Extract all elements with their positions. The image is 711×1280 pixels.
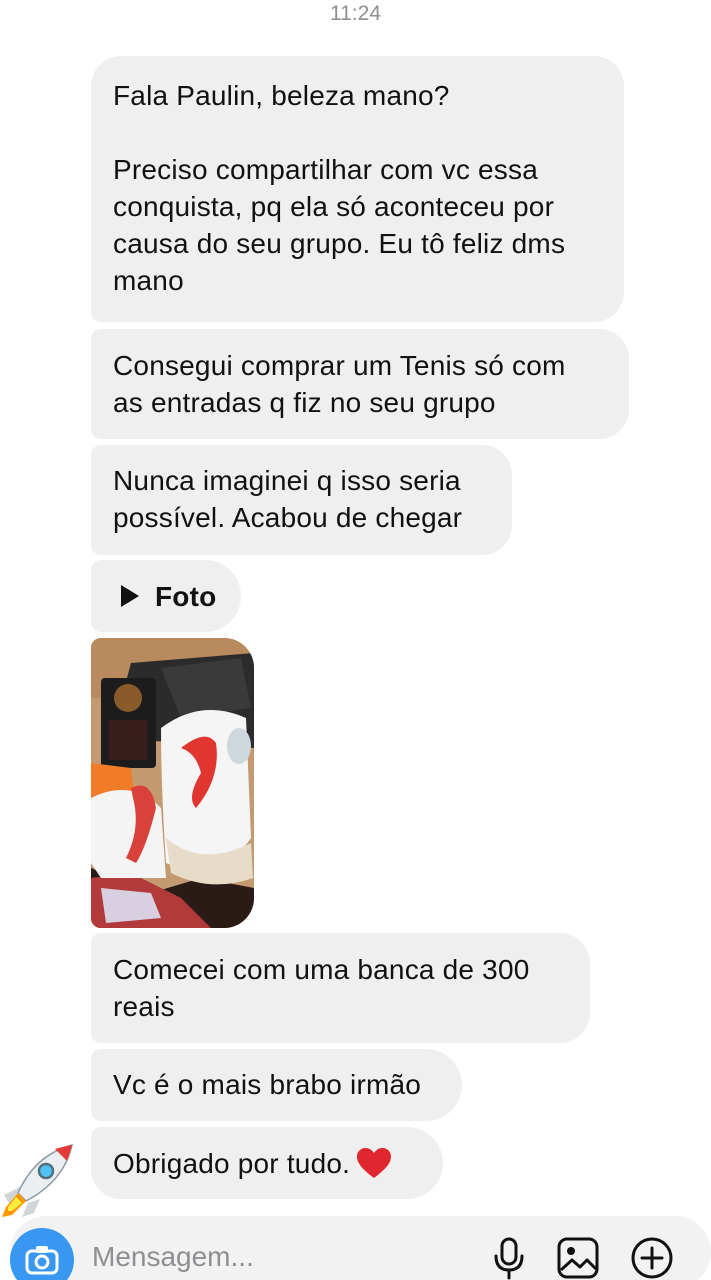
chat-screen: 11:24 Fala Paulin, beleza mano? Preciso … (0, 0, 711, 1280)
message-bubble[interactable]: Fala Paulin, beleza mano? Preciso compar… (91, 56, 624, 322)
message-text-content: Obrigado por tudo. (113, 1148, 351, 1179)
message-text: causa do seu grupo. Eu tô feliz dms (113, 228, 566, 259)
message-bubble[interactable]: Nunca imaginei q isso seria possível. Ac… (91, 445, 512, 555)
heart-emoji-icon (357, 1148, 392, 1178)
message-text: reais (113, 991, 175, 1022)
message-bubble[interactable]: Consegui comprar um Tenis só com as entr… (91, 329, 629, 439)
message-text: Consegui comprar um Tenis só com (113, 350, 566, 381)
message-bubble[interactable]: Comecei com uma banca de 300 reais (91, 933, 590, 1043)
camera-icon (25, 1246, 59, 1275)
play-icon (121, 585, 139, 607)
photo-label: Foto (155, 580, 217, 612)
message-text: Nunca imaginei q isso seria (113, 465, 461, 496)
microphone-icon[interactable] (487, 1236, 531, 1280)
plus-circle-icon[interactable] (630, 1236, 674, 1280)
photo-label-bubble[interactable]: Foto (91, 560, 241, 632)
gallery-icon[interactable] (556, 1236, 600, 1280)
shared-photo[interactable] (91, 638, 254, 928)
message-input[interactable] (92, 1237, 472, 1277)
message-text: Obrigado por tudo. (113, 1145, 421, 1182)
message-text: possível. Acabou de chegar (113, 502, 463, 533)
message-text: Vc é o mais brabo irmão (113, 1069, 422, 1100)
message-text: as entradas q fiz no seu grupo (113, 387, 496, 418)
message-text: Comecei com uma banca de 300 (113, 954, 530, 985)
message-text: Fala Paulin, beleza mano? (113, 80, 450, 111)
message-timestamp: 11:24 (330, 2, 381, 25)
message-text: Preciso compartilhar com vc essa (113, 154, 538, 185)
message-text: conquista, pq ela só aconteceu por (113, 191, 555, 222)
rocket-avatar-icon[interactable] (0, 1143, 74, 1219)
message-bubble[interactable]: Obrigado por tudo. (91, 1127, 443, 1199)
message-text: mano (113, 265, 184, 296)
message-bubble[interactable]: Vc é o mais brabo irmão (91, 1049, 462, 1121)
